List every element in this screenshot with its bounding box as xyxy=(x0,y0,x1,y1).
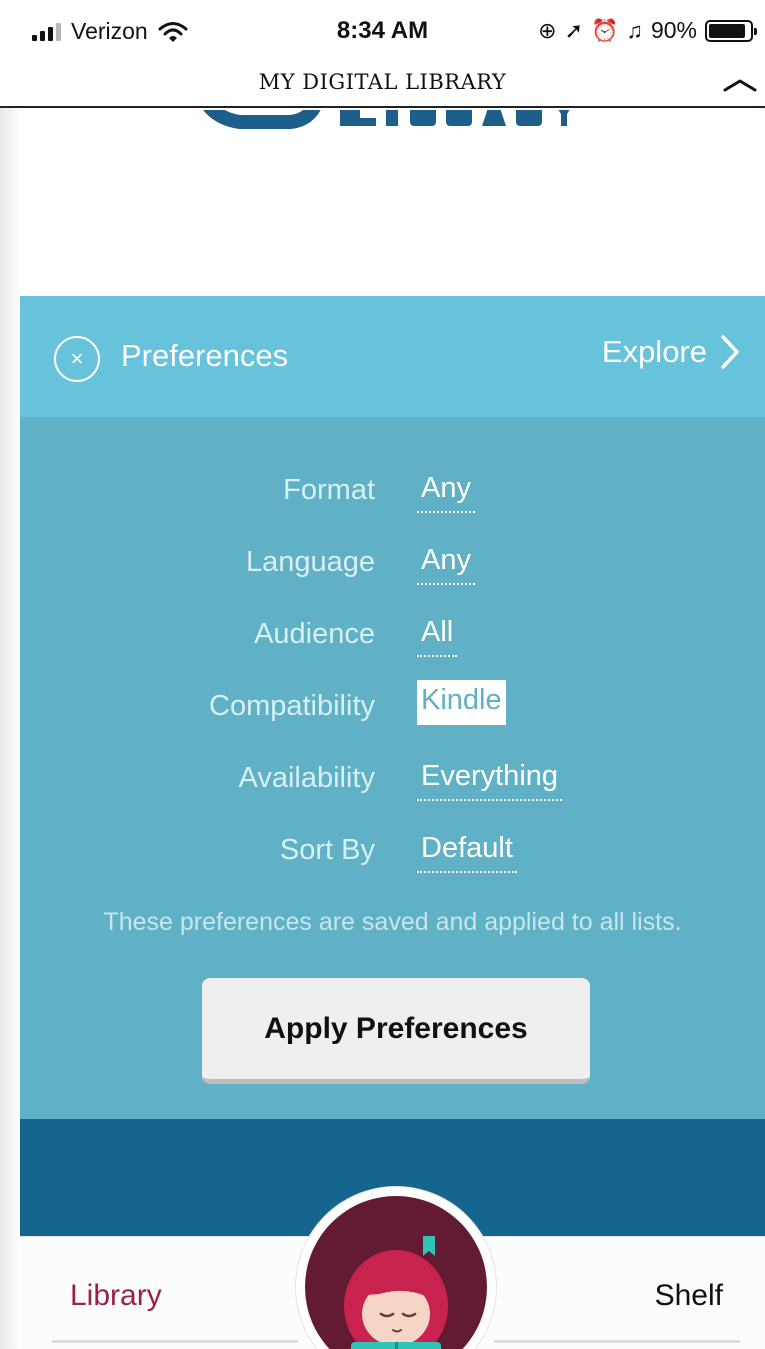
pref-row-format: Format Any xyxy=(20,468,765,518)
availability-select[interactable]: Everything xyxy=(417,756,563,801)
page-edge-shadow xyxy=(0,0,20,1349)
preferences-header-bar: × Preferences Explore xyxy=(20,296,765,417)
pref-label: Language xyxy=(245,546,375,578)
format-select[interactable]: Any xyxy=(417,468,475,513)
chevron-right-icon xyxy=(721,335,739,369)
apply-preferences-button[interactable]: Apply Preferences xyxy=(202,978,590,1084)
pref-label: Compatibility xyxy=(209,690,375,722)
pref-row-language: Language Any xyxy=(20,540,765,590)
battery-percent: 90% xyxy=(650,17,697,43)
sort-by-select[interactable]: Default xyxy=(417,828,517,873)
page-title: MY DIGITAL LIBRARY xyxy=(258,70,507,94)
pref-label: Sort By xyxy=(279,834,375,866)
language-select[interactable]: Any xyxy=(417,540,475,585)
audience-select[interactable]: All xyxy=(417,612,458,657)
nav-shelf-tab[interactable]: Shelf xyxy=(655,1279,723,1313)
library-logo-area xyxy=(20,110,765,296)
preferences-title: Preferences xyxy=(121,338,289,373)
app-header: MY DIGITAL LIBRARY xyxy=(0,62,765,108)
location-icon: ➚ xyxy=(564,17,584,43)
battery-icon xyxy=(705,19,757,42)
compatibility-select[interactable]: Kindle xyxy=(417,680,506,725)
status-bar: Verizon 8:34 AM ⊕ ➚ ⏰ ♫ 90% xyxy=(0,0,765,62)
pref-row-compatibility: Compatibility Kindle xyxy=(20,680,765,730)
preferences-note: These preferences are saved and applied … xyxy=(103,908,682,936)
pref-label: Availability xyxy=(238,762,375,794)
mascot-background xyxy=(305,1196,487,1349)
alarm-icon: ⏰ xyxy=(591,17,619,43)
nav-library-tab[interactable]: Library xyxy=(70,1279,162,1313)
explore-label: Explore xyxy=(601,334,707,369)
close-circle-icon[interactable]: × xyxy=(54,336,100,382)
battery-fill xyxy=(709,23,745,38)
pref-row-sort-by: Sort By Default xyxy=(20,828,765,878)
chevron-up-icon[interactable] xyxy=(721,68,759,98)
rotation-lock-icon: ⊕ xyxy=(538,17,557,43)
explore-link[interactable]: Explore xyxy=(602,334,741,370)
library-logo-icon xyxy=(203,110,570,129)
nav-divider-left xyxy=(52,1340,298,1343)
nav-divider-right xyxy=(494,1340,740,1343)
pref-row-availability: Availability Everything xyxy=(20,756,765,806)
status-right: ⊕ ➚ ⏰ ♫ 90% xyxy=(538,17,757,44)
pref-label: Audience xyxy=(254,618,375,650)
preferences-panel: Format Any Language Any Audience All Com… xyxy=(20,417,765,1119)
pref-label: Format xyxy=(283,474,375,506)
reading-girl-icon xyxy=(344,1236,448,1349)
pref-row-audience: Audience All xyxy=(20,612,765,662)
headphones-icon: ♫ xyxy=(626,17,643,43)
